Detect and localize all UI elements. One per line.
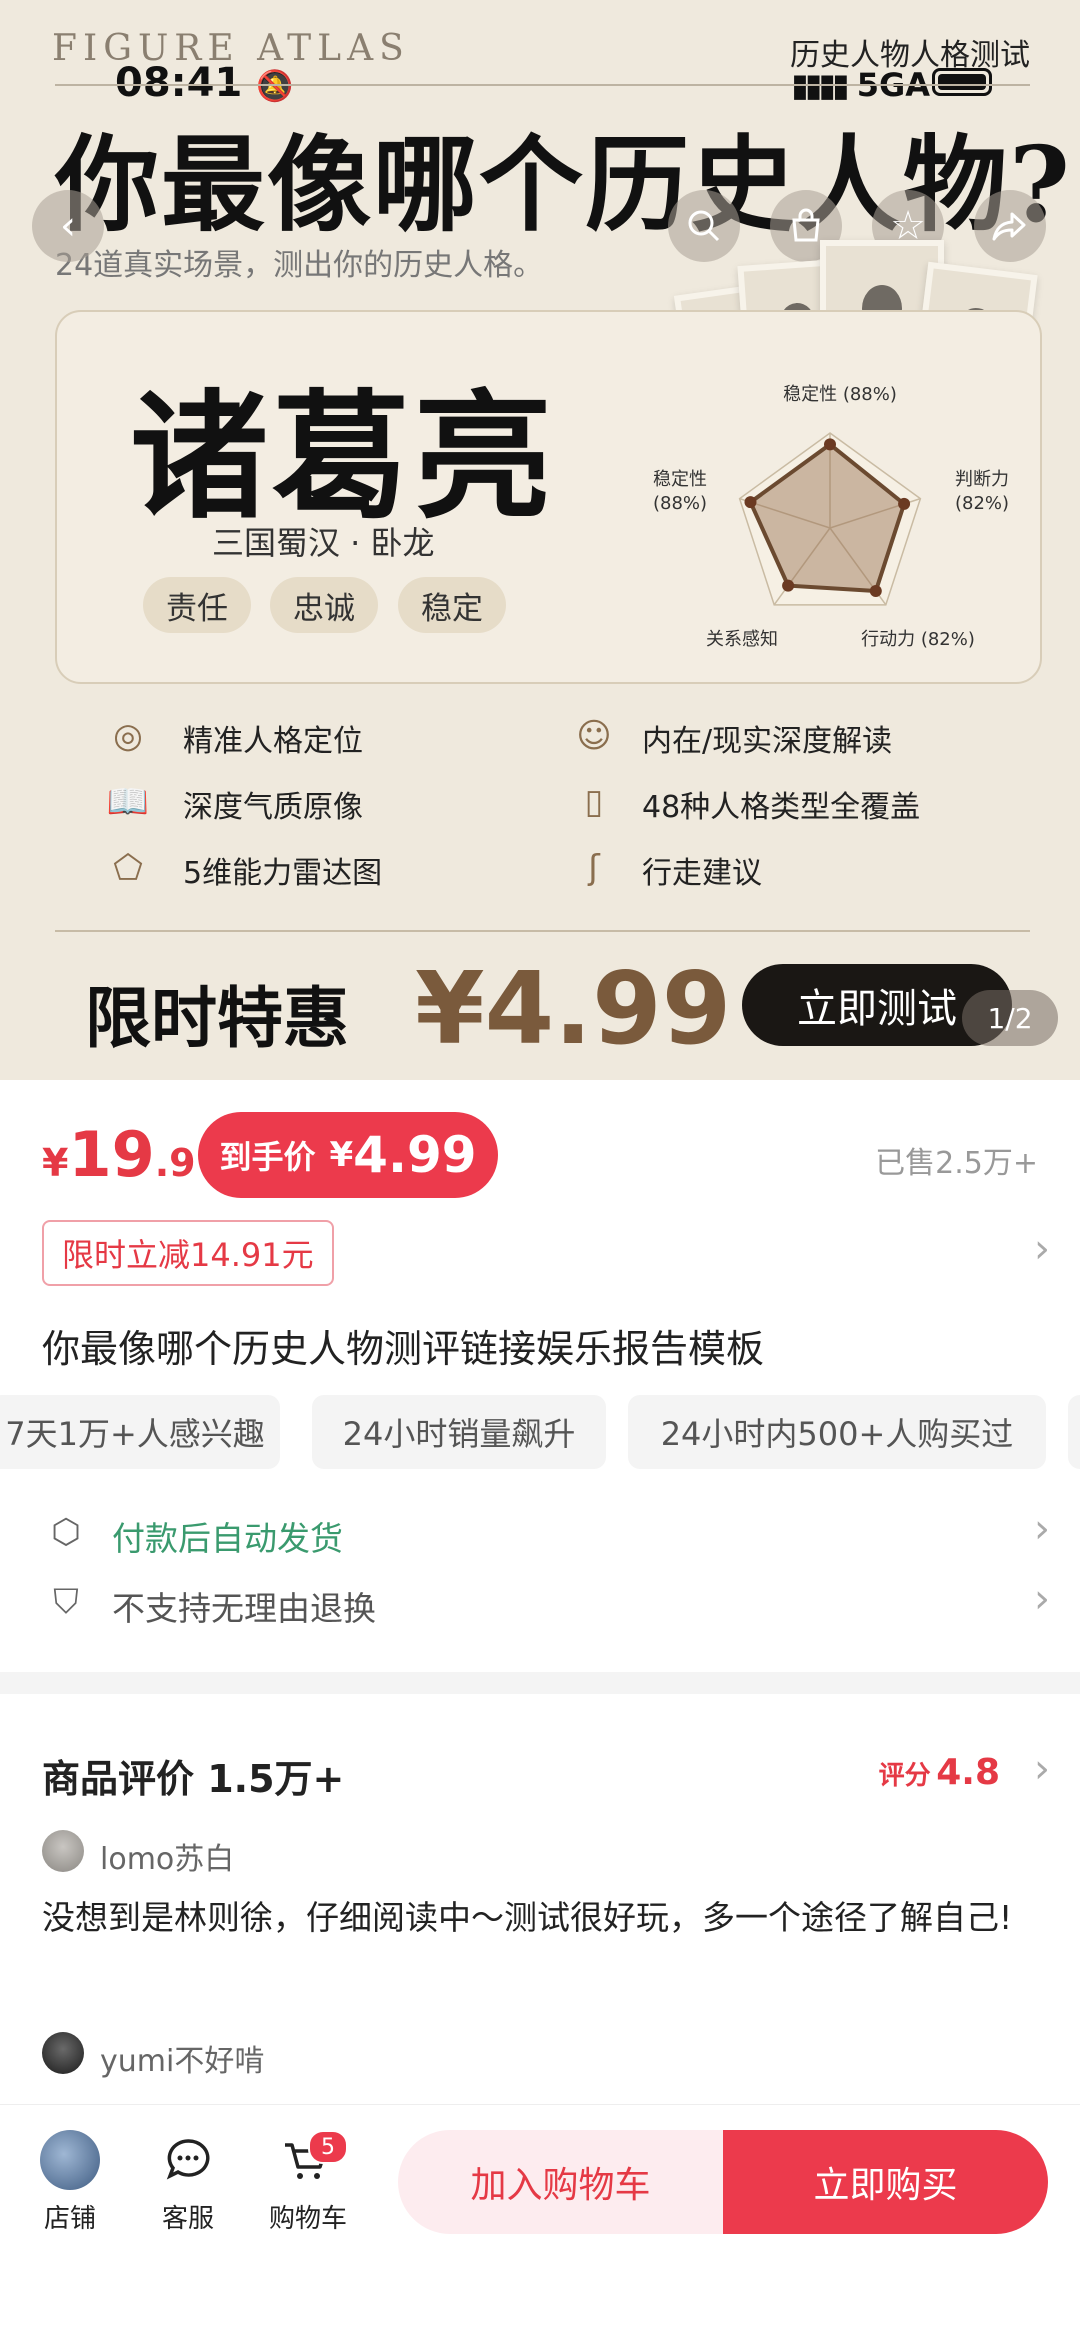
info-chip: 7天1万+人感兴趣 [0, 1395, 280, 1469]
search-button[interactable] [668, 190, 740, 262]
reviews-heading[interactable]: 商品评价 1.5万+ [42, 1748, 344, 1803]
buy-now-button[interactable]: 立即购买 [723, 2130, 1048, 2234]
chevron-left-icon: ‹ [60, 203, 76, 249]
cart-count-badge: 5 [308, 2130, 348, 2164]
mute-icon: 🔕 [256, 69, 294, 104]
store-avatar-icon[interactable] [40, 2130, 100, 2190]
radar-point [898, 497, 911, 510]
feature-label: 行走建议 [642, 856, 762, 891]
radar-point [869, 585, 882, 598]
chevron-right-icon[interactable]: › [1034, 1506, 1050, 1552]
final-price-badge: 到手价 ¥4.99 [198, 1112, 498, 1198]
info-chip: 24小时内500+人购买过 [628, 1395, 1046, 1469]
avatar[interactable] [42, 1830, 84, 1872]
hero-top-rule [55, 84, 1030, 86]
chevron-right-icon[interactable]: › [1034, 1226, 1050, 1272]
result-name: 诸葛亮 [130, 375, 557, 538]
chat-icon[interactable] [158, 2130, 218, 2190]
promo-price: ¥4.99 [415, 950, 732, 1067]
radar-icon: ⬠ [113, 848, 143, 888]
hero-divider [55, 930, 1030, 932]
chevron-right-icon[interactable]: › [1034, 1576, 1050, 1622]
add-to-cart-button[interactable]: 加入购物车 [398, 2130, 723, 2234]
review-user[interactable]: lomo苏白 [100, 1834, 234, 1878]
feature-label: 5维能力雷达图 [183, 856, 383, 891]
radar-point [744, 496, 757, 509]
info-chip: 24小时销量飙升 [312, 1395, 606, 1469]
trait-tag: 忠诚 [270, 577, 378, 633]
radar-label: 稳定性 (88%) [652, 469, 708, 514]
mask-icon: ☺ [576, 716, 612, 756]
cards-icon: ▯ [584, 782, 604, 822]
radar-point [824, 438, 836, 451]
trait-tag: 稳定 [398, 577, 506, 633]
radar-label: 判断力 (82%) [954, 469, 1010, 514]
shield-icon: ⛉ [53, 1582, 79, 1622]
feature-label: 深度气质原像 [183, 790, 363, 825]
book-icon: 📖 [106, 782, 150, 822]
target-icon: ◎ [113, 716, 143, 756]
coupon-badge[interactable]: 限时立减14.91元 [42, 1220, 334, 1286]
service-auto-delivery[interactable]: 付款后自动发货 [112, 1512, 343, 1560]
search-icon [688, 210, 720, 242]
review-text: 没想到是林则徐，仔细阅读中～测试很好玩，多一个途径了解自己! [42, 1898, 1013, 1937]
service-label[interactable]: 客服 [148, 2198, 228, 2235]
radar-chart [738, 432, 922, 606]
sold-count: 已售2.5万+ [875, 1146, 1038, 1181]
feature-label: 内在/现实深度解读 [642, 724, 893, 759]
path-icon: ʃ [588, 848, 600, 888]
radar-label: 行动力 (82%) [861, 629, 975, 650]
product-title: 你最像哪个历史人物测评链接娱乐报告模板 [42, 1327, 765, 1371]
result-dynasty: 三国蜀汉 · 卧龙 [212, 524, 435, 562]
chevron-right-icon[interactable]: › [1034, 1746, 1050, 1792]
avatar[interactable] [42, 2032, 84, 2074]
store-label[interactable]: 店铺 [30, 2198, 110, 2235]
original-price: ¥19.9 [42, 1118, 196, 1191]
feature-label: 精准人格定位 [183, 724, 363, 759]
promo-label: 限时特惠 [85, 980, 349, 1057]
product-hero-image[interactable]: FIGURE ATLAS 历史人物人格测试 08:41 🔕 ▮▮▮▮ 5GA 你… [0, 0, 1080, 1080]
box-icon: ⬡ [51, 1512, 81, 1552]
cart-label[interactable]: 购物车 [263, 2198, 353, 2235]
feature-label: 48种人格类型全覆盖 [642, 790, 921, 825]
review-score[interactable]: 评分 4.8 [879, 1752, 1000, 1793]
image-pager: 1/2 [962, 990, 1058, 1046]
trait-tag: 责任 [143, 577, 251, 633]
hero-subtitle: 24道真实场景，测出你的历史人格。 [55, 248, 544, 283]
section-separator [0, 1672, 1080, 1694]
review-user[interactable]: yumi不好啃 [100, 2036, 264, 2080]
share-button[interactable] [974, 190, 1046, 262]
service-no-return[interactable]: 不支持无理由退换 [112, 1582, 376, 1630]
radar-label: 关系感知 [706, 629, 778, 650]
battery-icon [932, 68, 992, 96]
radar-point [782, 579, 795, 592]
share-icon [992, 212, 1026, 241]
radar-label: 稳定性 (88%) [783, 384, 897, 405]
back-button[interactable]: ‹ [32, 190, 104, 262]
info-chip-partial [1068, 1395, 1080, 1469]
